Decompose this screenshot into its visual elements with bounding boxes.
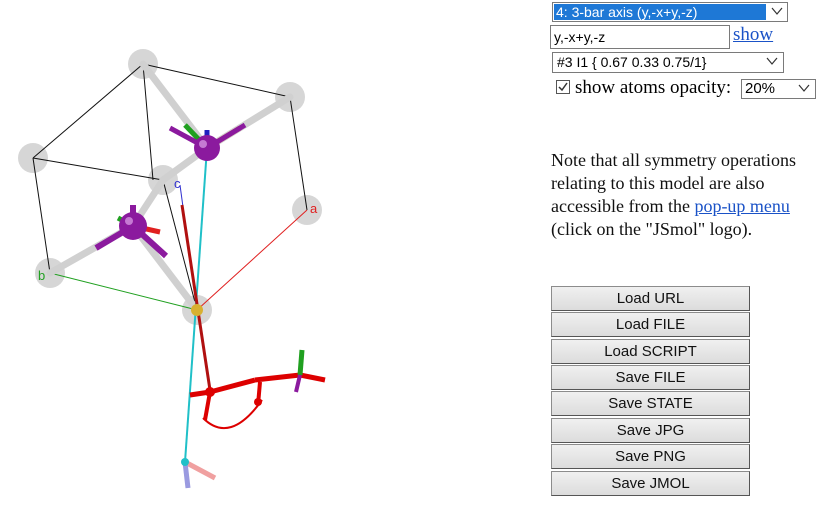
show-atoms-label: show atoms opacity: [575, 77, 732, 98]
save-png-button[interactable]: Save PNG [551, 444, 750, 469]
origin-marker [191, 304, 203, 316]
load-script-button[interactable]: Load SCRIPT [551, 339, 750, 364]
symop-indicator [189, 349, 326, 430]
opacity-select[interactable]: 20% [741, 79, 816, 99]
axis-a-label: a [310, 201, 318, 216]
transformed-atom [181, 458, 217, 489]
axis-a-line [196, 209, 308, 311]
atom-select-value: #3 I1 { 0.67 0.33 0.75/1} [557, 54, 707, 70]
chevron-down-icon [771, 7, 783, 15]
load-url-button[interactable]: Load URL [551, 286, 750, 311]
show-atoms-checkbox[interactable] [556, 80, 570, 94]
axis-b-label: b [38, 268, 45, 283]
structure-canvas[interactable]: a b c [0, 0, 540, 508]
save-jmol-button[interactable]: Save JMOL [551, 471, 750, 496]
checkmark-icon [558, 82, 568, 92]
note-paragraph: Note that all symmetry operations relati… [551, 149, 821, 241]
symmetry-operation-value: 4: 3-bar axis (y,-x+y,-z) [554, 4, 766, 20]
ghost-atoms [18, 49, 322, 325]
chevron-down-icon [766, 57, 778, 65]
save-jpg-button[interactable]: Save JPG [551, 418, 750, 443]
atom-select[interactable]: #3 I1 { 0.67 0.33 0.75/1} [552, 52, 784, 73]
atom-lower [94, 205, 169, 259]
show-link[interactable]: show [733, 24, 773, 46]
axis-c-label: c [174, 176, 181, 191]
symmetry-operation-input[interactable]: y,-x+y,-z [550, 25, 730, 49]
save-state-button[interactable]: Save STATE [551, 391, 750, 416]
chevron-down-icon [798, 84, 810, 92]
save-file-button[interactable]: Save FILE [551, 365, 750, 390]
jsmol-viewer[interactable]: a b c [0, 0, 540, 508]
opacity-value: 20% [745, 80, 776, 97]
note-text-after: (click on the "JSmol" logo). [551, 219, 753, 239]
atom-upper [168, 122, 247, 161]
load-file-button[interactable]: Load FILE [551, 312, 750, 337]
symmetry-operation-select[interactable]: 4: 3-bar axis (y,-x+y,-z) [552, 2, 788, 22]
popup-menu-link[interactable]: pop-up menu [694, 196, 789, 216]
